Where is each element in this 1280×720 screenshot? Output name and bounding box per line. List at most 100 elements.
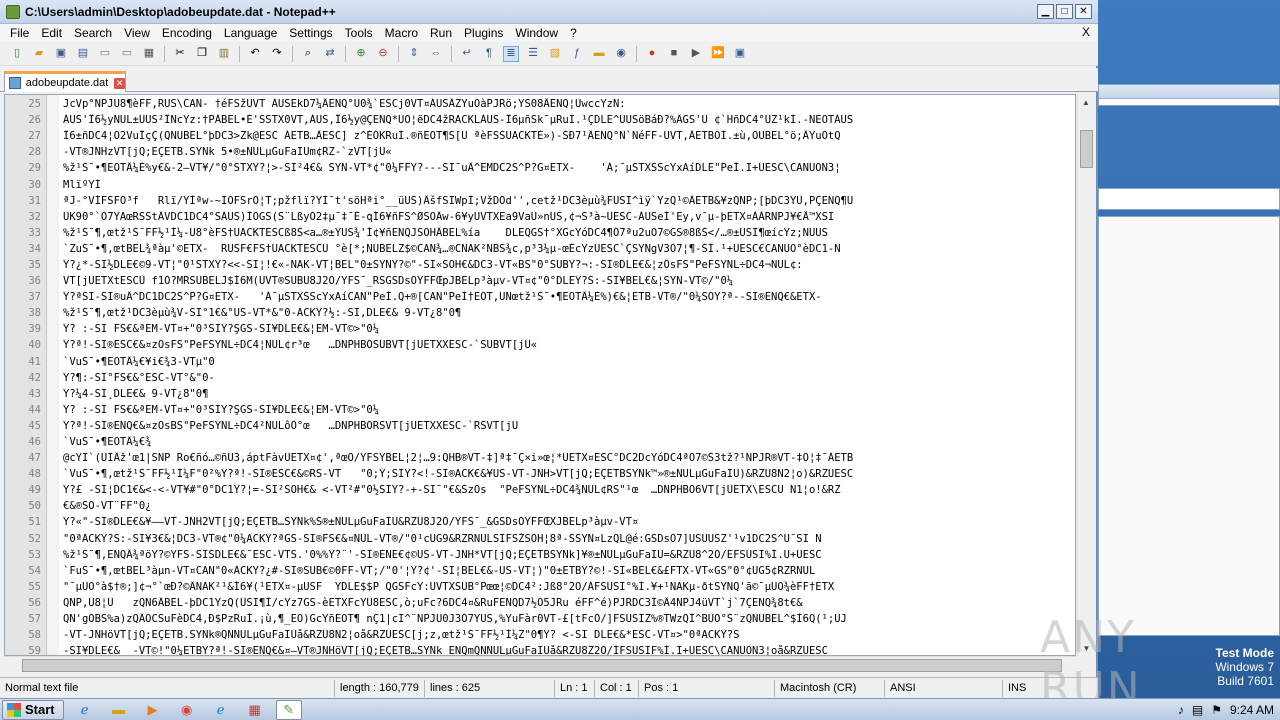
editor-line[interactable]: 59 -SI¥DLE€& -VT©!"0¼ETBŸ?ª!-SI®ENQ€&¤—VT…	[5, 643, 1075, 655]
editor-line[interactable]: 33 %ž¹Š¯¶,œtž¹Š¯FF½¹Í¼-Ü8°èFS†ÜACKTESCß8Š…	[5, 225, 1075, 241]
editor-line[interactable]: 29 %ž¹Š¯•¶EOTÂ¼È%y€&-2—VT¥/"0°STXŸ?¦>-SI²…	[5, 160, 1075, 176]
editor-line[interactable]: 46 `VuŠ¯•¶EOTÂ¼€¾	[5, 434, 1075, 450]
close-button[interactable]: ✕	[1075, 4, 1092, 19]
vertical-scrollbar[interactable]: ▲ ▼	[1077, 94, 1094, 656]
background-window-panel-2[interactable]	[1098, 216, 1280, 636]
editor-line[interactable]: 50 €&®SO-VT¨FF"0¿	[5, 498, 1075, 514]
menu-macro[interactable]: Macro	[379, 26, 424, 40]
sync-horizontal-icon[interactable]: ⇔	[428, 46, 444, 62]
menu-tools[interactable]: Tools	[339, 26, 379, 40]
background-window[interactable]	[1098, 84, 1280, 106]
editor-line[interactable]: 36 VT[jÜETXtESCÙ f1Ò?MRSÜBELJ$Í6M(ÜVT®SUB…	[5, 273, 1075, 289]
text-editor[interactable]: 25 JcVp°NPJÜ8¶èFF,RUS\CAN- †éFSžÜVT ÁUSEk…	[4, 94, 1076, 656]
zoom-out-icon[interactable]: ⊖	[375, 46, 391, 62]
editor-line[interactable]: 32 ÚK90°`Ò7YAœRSStÂVDC1DC4°SÁUS)ÍÕGS(S¨Lß…	[5, 209, 1075, 225]
chrome-icon[interactable]: ◉	[174, 700, 200, 720]
editor-line[interactable]: 54 `FuŠ¯•¶,œtBEL³àµn-VT¤CAN"0«ACKŸ?¿#-SI®…	[5, 563, 1075, 579]
app-grid-icon[interactable]: ▦	[242, 700, 268, 720]
undo-icon[interactable]: ↶	[247, 46, 263, 62]
close-file-icon[interactable]: ▭	[97, 46, 113, 62]
network-icon[interactable]: ▤	[1192, 703, 1203, 717]
editor-line[interactable]: 57 QN'gÓBS%a)zQÂÖCSuFèDC4,Ð$PzRuÍ.¡ù,¶_EÕ…	[5, 611, 1075, 627]
editor-line[interactable]: 34 `ZuŠ¯•¶,œtBEL¾ªàµ'©ETX- RUSF€FS†ÜACKTE…	[5, 241, 1075, 257]
editor-line[interactable]: 55 "¯µÜO°à$†®;]¢¬°`œÐ?©ÂNAK²¹&Í6¥(¹ETX¤-µ…	[5, 579, 1075, 595]
function-list-icon[interactable]: ƒ	[569, 46, 585, 62]
editor-line[interactable]: 45 Ÿ?ª!-SI®ENQ€&¤zÖsBS"PeFSYNL÷DC4²NULôÒ°…	[5, 418, 1075, 434]
find-icon[interactable]: ⌕	[300, 46, 316, 62]
zoom-in-icon[interactable]: ⊕	[353, 46, 369, 62]
editor-line[interactable]: 26 ÁUS'Î6½yNUL±ÜUS²ÎNcYz:†PÁBEL•È'SSTX0VT…	[5, 112, 1075, 128]
record-macro-icon[interactable]: ●	[644, 46, 660, 62]
horizontal-scroll-thumb[interactable]	[22, 659, 1062, 672]
internet-explorer-icon[interactable]: ℯ	[72, 700, 98, 720]
vertical-scroll-thumb[interactable]	[1080, 130, 1093, 168]
menu-search[interactable]: Search	[68, 26, 118, 40]
tab-close-icon[interactable]: ✕	[114, 77, 125, 89]
print-icon[interactable]: ▦	[141, 46, 157, 62]
editor-line[interactable]: 31 ªJ-°VÍFSFÓ³f Rlï/YÍªw-~IÕFSrÒ¦T;pžflï?…	[5, 193, 1075, 209]
monitoring-icon[interactable]: ◉	[613, 46, 629, 62]
flag-notification-icon[interactable]: ⚑	[1211, 703, 1222, 717]
editor-line[interactable]: 42 Ÿ?¶:-SI°FS€&°ESC-VT°&"0-	[5, 370, 1075, 386]
stop-record-icon[interactable]: ■	[666, 46, 682, 62]
menu-language[interactable]: Language	[218, 26, 283, 40]
close-document-button[interactable]: X	[1082, 25, 1090, 39]
menu-settings[interactable]: Settings	[283, 26, 338, 40]
editor-line[interactable]: 41 `VuŠ¯•¶EOTÂ¼€¥i€¾3-VTµ"0	[5, 354, 1075, 370]
menu-help[interactable]: ?	[564, 26, 583, 40]
clock[interactable]: 9:24 AM	[1230, 703, 1274, 717]
sync-vertical-icon[interactable]: ⇕	[406, 46, 422, 62]
replace-icon[interactable]: ⇄	[322, 46, 338, 62]
editor-line[interactable]: 39 Ÿ? :-SI FS€&ªEM-VT¤+"0³SIŸ?ŞGS-SI¥DLE€…	[5, 321, 1075, 337]
menu-encoding[interactable]: Encoding	[156, 26, 218, 40]
show-all-chars-icon[interactable]: ¶	[481, 46, 497, 62]
horizontal-scrollbar[interactable]	[4, 656, 1076, 673]
save-all-icon[interactable]: ▤	[75, 46, 91, 62]
scroll-up-icon[interactable]: ▲	[1078, 94, 1094, 110]
new-file-icon[interactable]: ▯	[9, 46, 25, 62]
editor-line[interactable]: 53 %ž¹Š¯¶,ENQÂ¾ªöY?©YFS-SIŠDLE€&¯ESC-VTS.…	[5, 547, 1075, 563]
editor-line[interactable]: 40 Ÿ?ª!-SI®ESC€&¤zÖsFS"PeFSYNL÷DC4¦NUL¢r³…	[5, 337, 1075, 353]
edge-icon[interactable]: ℯ	[208, 700, 234, 720]
menu-edit[interactable]: Edit	[35, 26, 68, 40]
file-explorer-icon[interactable]: ▬	[106, 700, 132, 720]
editor-line[interactable]: 28 -VT®JÑHzVT[jQ;EÇETB.SYNk 5•®±NULµGuFaI…	[5, 144, 1075, 160]
language-icon[interactable]: ☰	[525, 46, 541, 62]
volume-icon[interactable]: ♪	[1178, 703, 1184, 717]
save-macro-icon[interactable]: ▣	[732, 46, 748, 62]
menu-window[interactable]: Window	[509, 26, 564, 40]
word-wrap-icon[interactable]: ↵	[459, 46, 475, 62]
menu-view[interactable]: View	[118, 26, 156, 40]
title-bar[interactable]: C:\Users\admin\Desktop\adobeupdate.dat -…	[0, 0, 1098, 24]
editor-line[interactable]: 37 Ÿ?ªSI-SI®uÂ^DC1DC2S^P?G¤ETX- 'Á¯µSTXŠS…	[5, 289, 1075, 305]
open-file-icon[interactable]: ▰	[31, 46, 47, 62]
menu-file[interactable]: File	[4, 26, 35, 40]
notepadpp-app-icon[interactable]	[6, 4, 20, 19]
editor-line[interactable]: 52 "0ªACKŸ?S:-SI¥3€&¦DC3-VT®¢"0¼ACKŸ?ªGS-…	[5, 531, 1075, 547]
paste-icon[interactable]: ▥	[216, 46, 232, 62]
start-button[interactable]: Start	[2, 699, 64, 720]
folder-workspace-icon[interactable]: ▬	[591, 46, 607, 62]
editor-line[interactable]: 44 Ÿ? :-SI FS€&ªEM-VT¤+"0³SIŸ?ŞGS-SI¥DLE€…	[5, 402, 1075, 418]
cut-icon[interactable]: ✂	[172, 46, 188, 62]
redo-icon[interactable]: ↷	[269, 46, 285, 62]
doc-map-icon[interactable]: ▧	[547, 46, 563, 62]
editor-line[interactable]: 48 `VuŠ¯•¶,œtž¹Š¯FF½¹Í¼F"0²%Ÿ?ª!-SI®ESC€&…	[5, 466, 1075, 482]
notepadpp-taskbar-icon[interactable]: ✎	[275, 699, 302, 720]
run-macro-multiple-icon[interactable]: ⏩	[710, 46, 726, 62]
editor-line[interactable]: 58 -VT-JÑHöVT[jQ;EÇETB.SYNk®QNNULµGuFaIÙå…	[5, 627, 1075, 643]
menu-run[interactable]: Run	[424, 26, 458, 40]
editor-line[interactable]: 43 Ÿ?¼4-SI¸DLE€& 9-VT¿8"0¶	[5, 386, 1075, 402]
background-window-panel[interactable]	[1098, 188, 1280, 210]
editor-line[interactable]: 30 MlïºYÍ	[5, 176, 1075, 192]
editor-line[interactable]: 47 @cYÏ`(ÙÏÂž'œ1|SNP Ro€ñó…©ñU3,áptFàvÜET…	[5, 450, 1075, 466]
tab-adobeupdate[interactable]: adobeupdate.dat ✕	[4, 71, 126, 92]
editor-line[interactable]: 38 %ž¹Š¯¶,œtž¹DC3èµù¾V-SI°1€&°US-VT*&"0-A…	[5, 305, 1075, 321]
editor-line[interactable]: 25 JcVp°NPJÜ8¶èFF,RUS\CAN- †éFSžÜVT ÁUSEk…	[5, 96, 1075, 112]
editor-line[interactable]: 51 Ÿ?«"-SI®DLE€&¥——VT-JÑH2VT[jQ;EÇETB…SYN…	[5, 514, 1075, 530]
save-icon[interactable]: ▣	[53, 46, 69, 62]
maximize-button[interactable]: □	[1056, 4, 1073, 19]
indent-guide-icon[interactable]: ≣	[503, 45, 519, 62]
media-player-icon[interactable]: ▶	[140, 700, 166, 720]
editor-line[interactable]: 56 QNP,Ü8¦Ü zQN6ÂBEL-þDC1YzQ(ÜSI¶Í/cYz7GS…	[5, 595, 1075, 611]
